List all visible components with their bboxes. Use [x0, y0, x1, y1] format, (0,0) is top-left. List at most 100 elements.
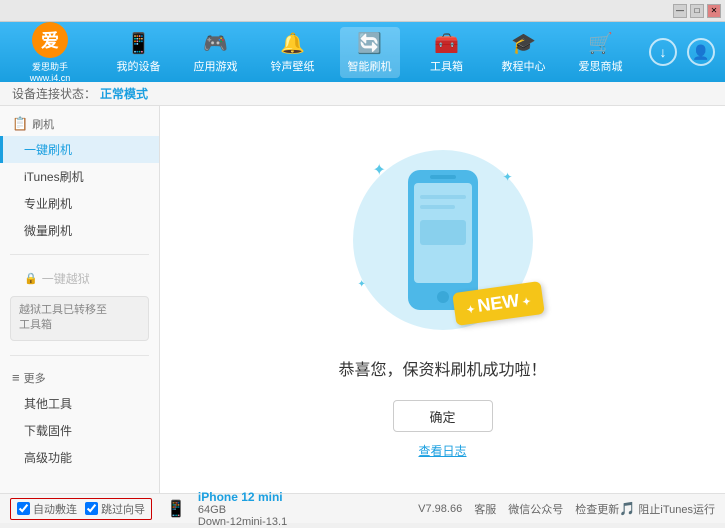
one-click-flash-label: 一键刷机 [24, 143, 72, 157]
sparkle-2: ✦ [502, 170, 512, 184]
close-button[interactable]: ✕ [707, 4, 721, 18]
itunes-icon: 🎵 [619, 501, 635, 517]
other-tools-label: 其他工具 [24, 397, 72, 411]
device-details: iPhone 12 mini 64GB Down-12mini-13.1 [198, 490, 287, 528]
flash-section-label: 刷机 [32, 116, 54, 132]
nav-bar: 爱 爱思助手 www.i4.cn 📱 我的设备 🎮 应用游戏 🔔 铃声壁纸 🔄 … [0, 22, 725, 82]
sparkle-3: ✦ [358, 279, 366, 290]
nav-app-game-label: 应用游戏 [194, 58, 238, 74]
guide-link[interactable]: 查看日志 [418, 442, 466, 459]
user-button[interactable]: 👤 [687, 38, 715, 66]
nav-tutorial[interactable]: 🎓 教程中心 [494, 27, 554, 78]
ringtone-icon: 🔔 [280, 31, 305, 56]
logo-url: www.i4.cn [30, 73, 71, 83]
skip-wizard-label: 跳过向导 [101, 501, 145, 517]
sidebar-item-download-firmware[interactable]: 下载固件 [0, 417, 159, 444]
sidebar-section-flash: 📋 刷机 一键刷机 iTunes刷机 专业刷机 微量刷机 [0, 106, 159, 250]
download-button[interactable]: ↓ [649, 38, 677, 66]
main-layout: 📋 刷机 一键刷机 iTunes刷机 专业刷机 微量刷机 🔒 一键越狱 [0, 106, 725, 493]
sidebar-item-other-tools[interactable]: 其他工具 [0, 390, 159, 417]
nav-smart-flash[interactable]: 🔄 智能刷机 [340, 27, 400, 78]
nav-ringtone-label: 铃声壁纸 [271, 58, 315, 74]
nav-items: 📱 我的设备 🎮 应用游戏 🔔 铃声壁纸 🔄 智能刷机 🧰 工具箱 🎓 教程中心… [100, 27, 639, 78]
device-storage: 64GB [198, 504, 287, 516]
flash-section-icon: 📋 [12, 116, 28, 132]
window-controls[interactable]: — □ ✕ [673, 4, 721, 18]
content-area: ✦ ✦ ✦ NEW 恭喜您，保资料刷机成功啦！ 确定 查看 [160, 106, 725, 493]
more-section-label: 更多 [24, 370, 46, 386]
status-label: 设备连接状态： [12, 85, 96, 102]
check-update-link[interactable]: 检查更新 [575, 501, 619, 517]
bottom-bar: 自动敷连 跳过向导 📱 iPhone 12 mini 64GB Down-12m… [0, 493, 725, 523]
wechat-link[interactable]: 微信公众号 [508, 501, 563, 517]
nav-tutorial-label: 教程中心 [502, 58, 546, 74]
data-flash-label: 微量刷机 [24, 224, 72, 238]
auto-connect-checkbox-container: 自动敷连 [17, 501, 77, 517]
app-game-icon: 🎮 [203, 31, 228, 56]
skip-wizard-checkbox-container: 跳过向导 [85, 501, 145, 517]
maximize-button[interactable]: □ [690, 4, 704, 18]
download-firmware-label: 下载固件 [24, 424, 72, 438]
jailbreak-info-box: 越狱工具已转移至工具箱 [10, 296, 149, 341]
skip-wizard-checkbox[interactable] [85, 502, 98, 515]
sidebar-section-jailbreak: 🔒 一键越狱 越狱工具已转移至工具箱 [0, 259, 159, 351]
sidebar: 📋 刷机 一键刷机 iTunes刷机 专业刷机 微量刷机 🔒 一键越狱 [0, 106, 160, 493]
nav-shop-label: 爱思商城 [579, 58, 623, 74]
nav-right-buttons: ↓ 👤 [649, 38, 715, 66]
sidebar-item-one-click-flash[interactable]: 一键刷机 [0, 136, 159, 163]
nav-my-device[interactable]: 📱 我的设备 [109, 27, 169, 78]
logo-icon: 爱 [32, 22, 68, 58]
itunes-status-label: 阻止iTunes运行 [638, 501, 715, 517]
auto-connect-label: 自动敷连 [33, 501, 77, 517]
device-info: 📱 iPhone 12 mini 64GB Down-12mini-13.1 [166, 490, 287, 528]
bottom-right: 🎵 阻止iTunes运行 [619, 501, 715, 517]
nav-toolbox-label: 工具箱 [430, 58, 463, 74]
divider-1 [10, 254, 149, 255]
advanced-label: 高级功能 [24, 451, 72, 465]
sidebar-item-itunes-flash[interactable]: iTunes刷机 [0, 163, 159, 190]
version-text: V7.98.66 [418, 503, 462, 515]
bottom-center: V7.98.66 客服 微信公众号 检查更新 [418, 501, 619, 517]
status-value: 正常模式 [100, 85, 148, 102]
auto-connect-checkbox[interactable] [17, 502, 30, 515]
success-illustration: ✦ ✦ ✦ NEW [343, 140, 543, 340]
my-device-icon: 📱 [126, 31, 151, 56]
smart-flash-icon: 🔄 [357, 31, 382, 56]
sidebar-item-data-flash[interactable]: 微量刷机 [0, 217, 159, 244]
jailbreak-info-text: 越狱工具已转移至工具箱 [19, 304, 107, 331]
title-bar: — □ ✕ [0, 0, 725, 22]
jailbreak-label: 一键越狱 [42, 270, 90, 287]
success-message: 恭喜您，保资料刷机成功啦！ [338, 356, 546, 380]
sparkle-1: ✦ [373, 160, 386, 180]
more-section-icon: ≡ [12, 370, 20, 385]
lock-icon: 🔒 [24, 272, 38, 285]
logo: 爱 爱思助手 www.i4.cn [10, 22, 90, 83]
confirm-button[interactable]: 确定 [393, 400, 493, 432]
toolbox-icon: 🧰 [434, 31, 459, 56]
logo-name: 爱思助手 [32, 60, 68, 73]
status-bar: 设备连接状态： 正常模式 [0, 82, 725, 106]
divider-2 [10, 355, 149, 356]
logo-char: 爱 [41, 27, 59, 53]
nav-shop[interactable]: 🛒 爱思商城 [571, 27, 631, 78]
bottom-left: 自动敷连 跳过向导 📱 iPhone 12 mini 64GB Down-12m… [10, 490, 418, 528]
device-name: iPhone 12 mini [198, 490, 287, 504]
device-firmware: Down-12mini-13.1 [198, 516, 287, 528]
device-icon: 📱 [166, 499, 186, 519]
itunes-status[interactable]: 🎵 阻止iTunes运行 [619, 501, 715, 517]
sidebar-item-advanced[interactable]: 高级功能 [0, 444, 159, 471]
sidebar-item-pro-flash[interactable]: 专业刷机 [0, 190, 159, 217]
tutorial-icon: 🎓 [511, 31, 536, 56]
nav-smart-flash-label: 智能刷机 [348, 58, 392, 74]
sidebar-header-flash: 📋 刷机 [0, 112, 159, 136]
nav-toolbox[interactable]: 🧰 工具箱 [417, 27, 477, 78]
customer-service-link[interactable]: 客服 [474, 501, 496, 517]
nav-app-game[interactable]: 🎮 应用游戏 [186, 27, 246, 78]
minimize-button[interactable]: — [673, 4, 687, 18]
pro-flash-label: 专业刷机 [24, 197, 72, 211]
shop-icon: 🛒 [588, 31, 613, 56]
sidebar-header-more: ≡ 更多 [0, 366, 159, 390]
nav-ringtone[interactable]: 🔔 铃声壁纸 [263, 27, 323, 78]
sidebar-jailbreak-header: 🔒 一键越狱 [0, 265, 159, 292]
nav-my-device-label: 我的设备 [117, 58, 161, 74]
